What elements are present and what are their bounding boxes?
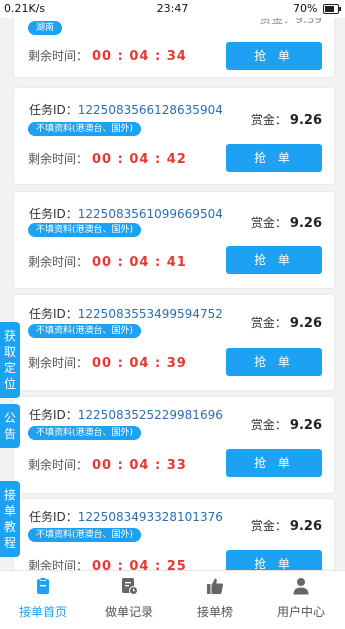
bounty-amount: 9.26	[289, 216, 322, 231]
task-id-row: 任务ID：1225083525229981696	[29, 406, 223, 423]
get-location-label: 获取定位	[4, 329, 17, 391]
task-id-label: 任务ID：	[29, 408, 78, 422]
bounty: 赏金： 9.26	[251, 314, 322, 331]
remain-time-row: 剩余时间： 00 : 04 : 42	[28, 150, 187, 167]
tab-user-label: 用户中心	[276, 605, 325, 619]
grab-order-button[interactable]: 抢 单	[226, 246, 322, 274]
battery-percent: 70%	[293, 2, 318, 15]
task-id: 1225083553499594752	[77, 307, 223, 321]
task-card: 任务ID：1225083493328101376 赏金： 9.26 不填资料(港澳…	[14, 499, 334, 579]
notice-label: 公告	[4, 411, 17, 441]
document-clock-icon	[122, 578, 138, 595]
bounty-amount: 9.26	[289, 113, 322, 128]
grab-order-button[interactable]: 抢 单	[226, 144, 322, 172]
grab-order-button[interactable]: 抢 单	[226, 42, 322, 70]
task-id-label: 任务ID：	[29, 307, 78, 321]
task-id: 1225083561099669504	[77, 207, 223, 221]
task-id-row: 任务ID：1225083561099669504	[29, 205, 223, 222]
bounty-label: 赏金：	[250, 316, 287, 330]
remain-time: 00 : 04 : 39	[92, 356, 187, 371]
task-tag: 不填资料(港澳台、国外)	[28, 426, 142, 440]
task-id-row: 任务ID：1225083493328101376	[29, 508, 223, 525]
task-tag: 湖南	[28, 21, 63, 35]
tab-home[interactable]: 接单首页	[0, 571, 86, 629]
task-tag: 不填资料(港澳台、国外)	[28, 324, 142, 338]
bounty-label: 赏金：	[250, 418, 287, 432]
bounty: 赏金： 9.26	[251, 517, 322, 534]
tutorial-tab[interactable]: 接单教程	[0, 481, 20, 557]
bounty-label: 赏金：	[250, 113, 287, 127]
task-tag: 不填资料(港澳台、国外)	[28, 122, 142, 136]
remain-time: 00 : 04 : 33	[92, 458, 187, 473]
tab-ranking[interactable]: 接单榜	[172, 571, 258, 629]
user-icon	[293, 578, 309, 595]
task-id-row: 任务ID：1225083566128635904	[29, 101, 223, 118]
bounty: 赏金： 9.26	[251, 111, 322, 128]
task-id: 1225083566128635904	[77, 103, 223, 117]
bounty-amount: 9.26	[289, 519, 322, 534]
remain-label: 剩余时间：	[28, 255, 89, 269]
task-id-label: 任务ID：	[29, 103, 78, 117]
task-id-label: 任务ID：	[29, 510, 78, 524]
task-id: 1225083493328101376	[77, 510, 223, 524]
bounty-label: 赏金：	[250, 216, 287, 230]
task-card: 任务ID：1225083566128635904 赏金： 9.26 不填资料(港澳…	[14, 88, 334, 184]
remain-time-row: 剩余时间： 00 : 04 : 41	[28, 253, 187, 270]
remain-time: 00 : 04 : 34	[92, 49, 187, 64]
tab-records[interactable]: 做单记录	[86, 571, 172, 629]
task-card: 任务ID：1225083561099669504 赏金： 9.26 不填资料(港澳…	[14, 192, 334, 288]
remain-time-row: 剩余时间： 00 : 04 : 34	[28, 47, 187, 64]
remain-label: 剩余时间：	[28, 356, 89, 370]
grab-order-button[interactable]: 抢 单	[226, 348, 322, 376]
task-card: 任务ID：1225083525229981696 赏金： 9.26 不填资料(港澳…	[14, 397, 334, 493]
task-id-label: 任务ID：	[29, 207, 78, 221]
clipboard-icon	[37, 577, 49, 594]
tutorial-label: 接单教程	[4, 488, 17, 550]
remain-time: 00 : 04 : 42	[92, 152, 187, 167]
remain-time: 00 : 04 : 41	[92, 255, 187, 270]
task-tag: 不填资料(港澳台、国外)	[28, 528, 142, 542]
bounty-amount: 9.26	[289, 316, 322, 331]
task-id-row: 任务ID：1225083553499594752	[29, 305, 223, 322]
bounty: 赏金： 9.26	[251, 416, 322, 433]
remain-time-row: 剩余时间： 00 : 04 : 33	[28, 456, 187, 473]
tab-home-label: 接单首页	[18, 605, 67, 619]
task-id: 1225083525229981696	[77, 408, 223, 422]
task-tag: 不填资料(港澳台、国外)	[28, 223, 142, 237]
remain-label: 剩余时间：	[28, 152, 89, 166]
grab-order-button[interactable]: 抢 单	[226, 449, 322, 477]
battery-icon	[323, 4, 341, 14]
bottom-tab-bar: 接单首页 做单记录 接单榜 用户中心	[0, 570, 345, 629]
notice-tab[interactable]: 公告	[0, 404, 20, 448]
battery-indicator: 70%	[293, 2, 341, 15]
thumbs-up-icon	[207, 578, 224, 594]
bounty: 赏金： 9.26	[251, 214, 322, 231]
remain-label: 剩余时间：	[28, 49, 89, 63]
bounty-amount: 9.26	[289, 418, 322, 433]
tab-records-label: 做单记录	[104, 605, 153, 619]
bounty-label: 赏金：	[250, 519, 287, 533]
remain-time-row: 剩余时间： 00 : 04 : 39	[28, 354, 187, 371]
remain-label: 剩余时间：	[28, 458, 89, 472]
get-location-tab[interactable]: 获取定位	[0, 322, 20, 398]
status-bar: 0.21K/s 23:47 70%	[0, 0, 345, 18]
tab-ranking-label: 接单榜	[196, 605, 233, 619]
tab-user[interactable]: 用户中心	[258, 571, 344, 629]
task-card: 任务ID：1225083553499594752 赏金： 9.26 不填资料(港澳…	[14, 295, 334, 390]
